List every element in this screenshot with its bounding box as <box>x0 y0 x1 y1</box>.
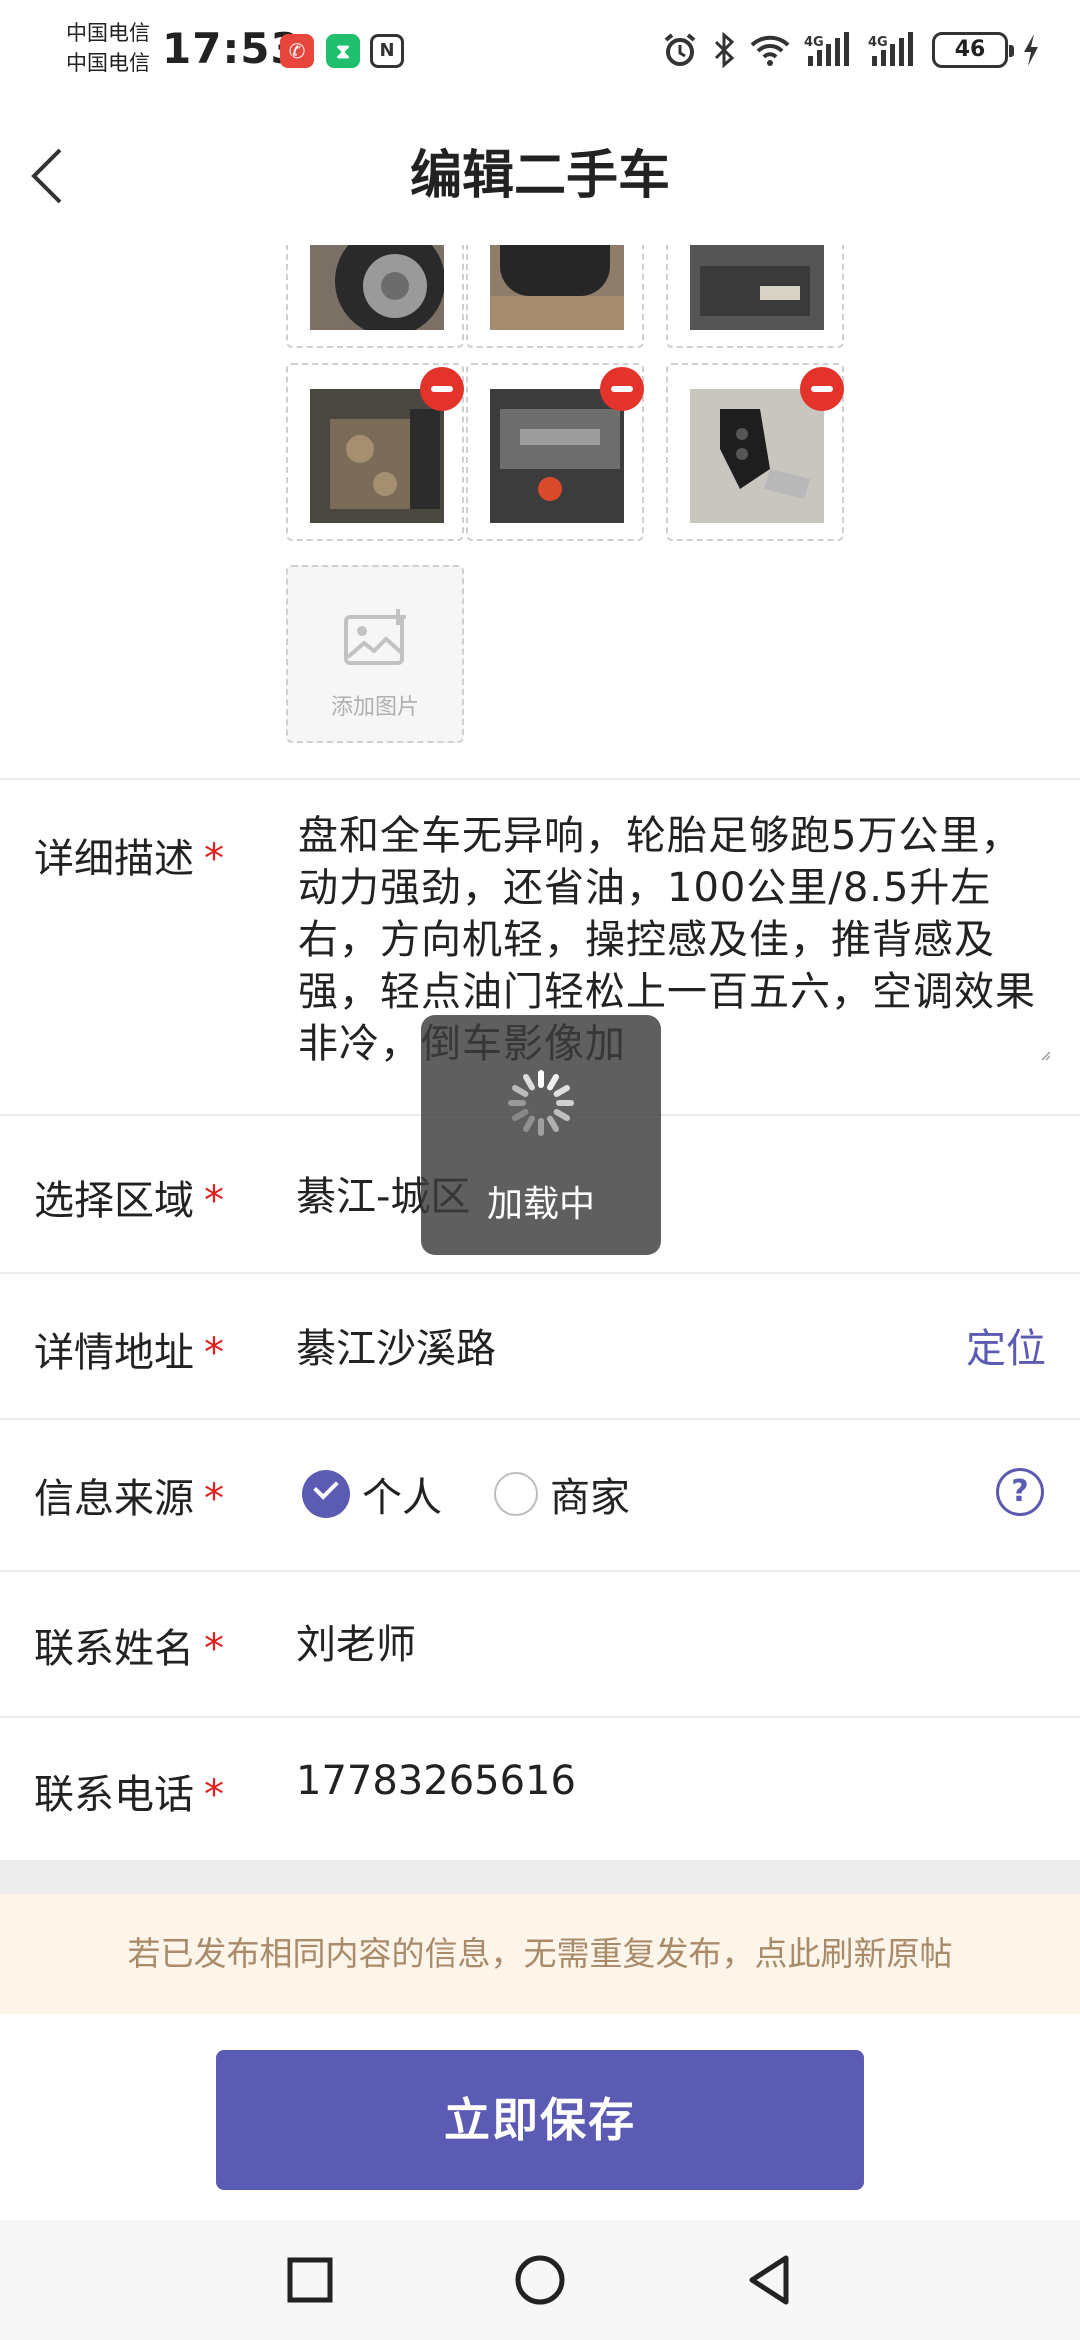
alarm-icon <box>664 33 696 66</box>
address-input[interactable]: 綦江沙溪路 <box>296 1316 496 1374</box>
radio-personal[interactable] <box>302 1470 350 1518</box>
photo-image <box>310 389 444 523</box>
radio-personal-label[interactable]: 个人 <box>362 1465 442 1523</box>
photo-image <box>690 389 824 523</box>
loading-text: 加载中 <box>486 1184 595 1225</box>
status-bar: 中国电信 中国电信 17:53 ✆ ⧗ N 4G 4G 46 <box>0 0 1080 100</box>
source-label: 信息来源 * <box>34 1476 224 1522</box>
loading-toast: 加载中 <box>421 1015 661 1255</box>
status-icons: 4G 4G 46 <box>662 28 1040 72</box>
charging-icon <box>1024 34 1038 66</box>
add-image-icon <box>344 609 406 665</box>
address-row: 详情地址 * 綦江沙溪路 定位 <box>0 1272 1080 1418</box>
add-photo-button[interactable]: 添加图片 <box>286 565 464 743</box>
source-row: 信息来源 * 个人 商家 ? <box>0 1418 1080 1570</box>
photo-image <box>490 389 624 523</box>
app-header: 编辑二手车 <box>0 100 1080 250</box>
circle-icon <box>515 2255 565 2305</box>
photo-thumb-3[interactable] <box>666 245 844 348</box>
home-button[interactable] <box>510 2250 570 2310</box>
recent-apps-button[interactable] <box>280 2250 340 2310</box>
resize-handle-icon <box>1041 1051 1050 1060</box>
missed-call-icon: ✆ <box>280 34 314 68</box>
photo-thumb-6[interactable] <box>666 363 844 541</box>
photo-thumb-5[interactable] <box>466 363 644 541</box>
svg-text:4G: 4G <box>804 35 824 50</box>
contact-phone-row: 联系电话 * 17783265616 <box>0 1716 1080 1860</box>
square-icon <box>287 2257 333 2303</box>
hourglass-icon: ⧗ <box>326 34 360 68</box>
signal-4g-icon-2: 4G <box>868 32 913 66</box>
photo-image <box>690 245 824 330</box>
svg-text:4G: 4G <box>868 35 888 50</box>
description-label: 详细描述 * <box>34 836 224 882</box>
source-radio-group: 个人 商家 <box>302 1465 682 1523</box>
bluetooth-icon <box>714 32 735 68</box>
description-textarea[interactable]: 盘和全车无异响，轮胎足够跑5万公里，动力强劲，还省油，100公里/8.5升左右，… <box>298 810 1058 1070</box>
contact-name-label: 联系姓名 * <box>34 1626 224 1672</box>
remove-photo-button[interactable] <box>420 367 464 411</box>
address-label: 详情地址 * <box>34 1330 224 1376</box>
system-nav-bar <box>0 2220 1080 2340</box>
carrier-info: 中国电信 中国电信 <box>66 18 150 78</box>
add-photo-label: 添加图片 <box>330 695 419 720</box>
carrier-1: 中国电信 <box>66 21 150 45</box>
section-divider <box>0 1860 1080 1894</box>
photo-thumb-2[interactable] <box>466 245 644 348</box>
remove-photo-button[interactable] <box>600 367 644 411</box>
photo-thumb-1[interactable] <box>286 245 464 348</box>
photo-image <box>310 245 444 330</box>
save-button[interactable]: 立即保存 <box>216 2050 864 2190</box>
triangle-back-icon <box>749 2255 789 2305</box>
radio-merchant-label[interactable]: 商家 <box>550 1465 630 1523</box>
contact-phone-label: 联系电话 * <box>34 1772 224 1818</box>
locate-button[interactable]: 定位 <box>966 1316 1046 1374</box>
signal-4g-icon-1: 4G <box>804 32 849 66</box>
carrier-2: 中国电信 <box>66 51 150 75</box>
photo-thumb-4[interactable] <box>286 363 464 541</box>
contact-phone-input[interactable]: 17783265616 <box>296 1758 576 1804</box>
refresh-notice[interactable]: 若已发布相同内容的信息，无需重复发布，点此刷新原帖 <box>0 1894 1080 2014</box>
page-title: 编辑二手车 <box>409 146 670 206</box>
photo-grid: 添加图片 <box>0 245 1080 780</box>
nfc-icon: N <box>370 34 404 68</box>
radio-merchant[interactable] <box>494 1472 538 1516</box>
back-nav-button[interactable] <box>740 2250 800 2310</box>
photo-image <box>490 245 624 330</box>
help-icon[interactable]: ? <box>996 1468 1044 1516</box>
wifi-icon <box>750 35 790 66</box>
remove-photo-button[interactable] <box>800 367 844 411</box>
battery-indicator: 46 <box>932 32 1014 68</box>
spinner-icon <box>508 1070 574 1136</box>
region-label: 选择区域 * <box>34 1178 224 1224</box>
contact-name-input[interactable]: 刘老师 <box>296 1612 416 1670</box>
contact-name-row: 联系姓名 * 刘老师 <box>0 1570 1080 1716</box>
